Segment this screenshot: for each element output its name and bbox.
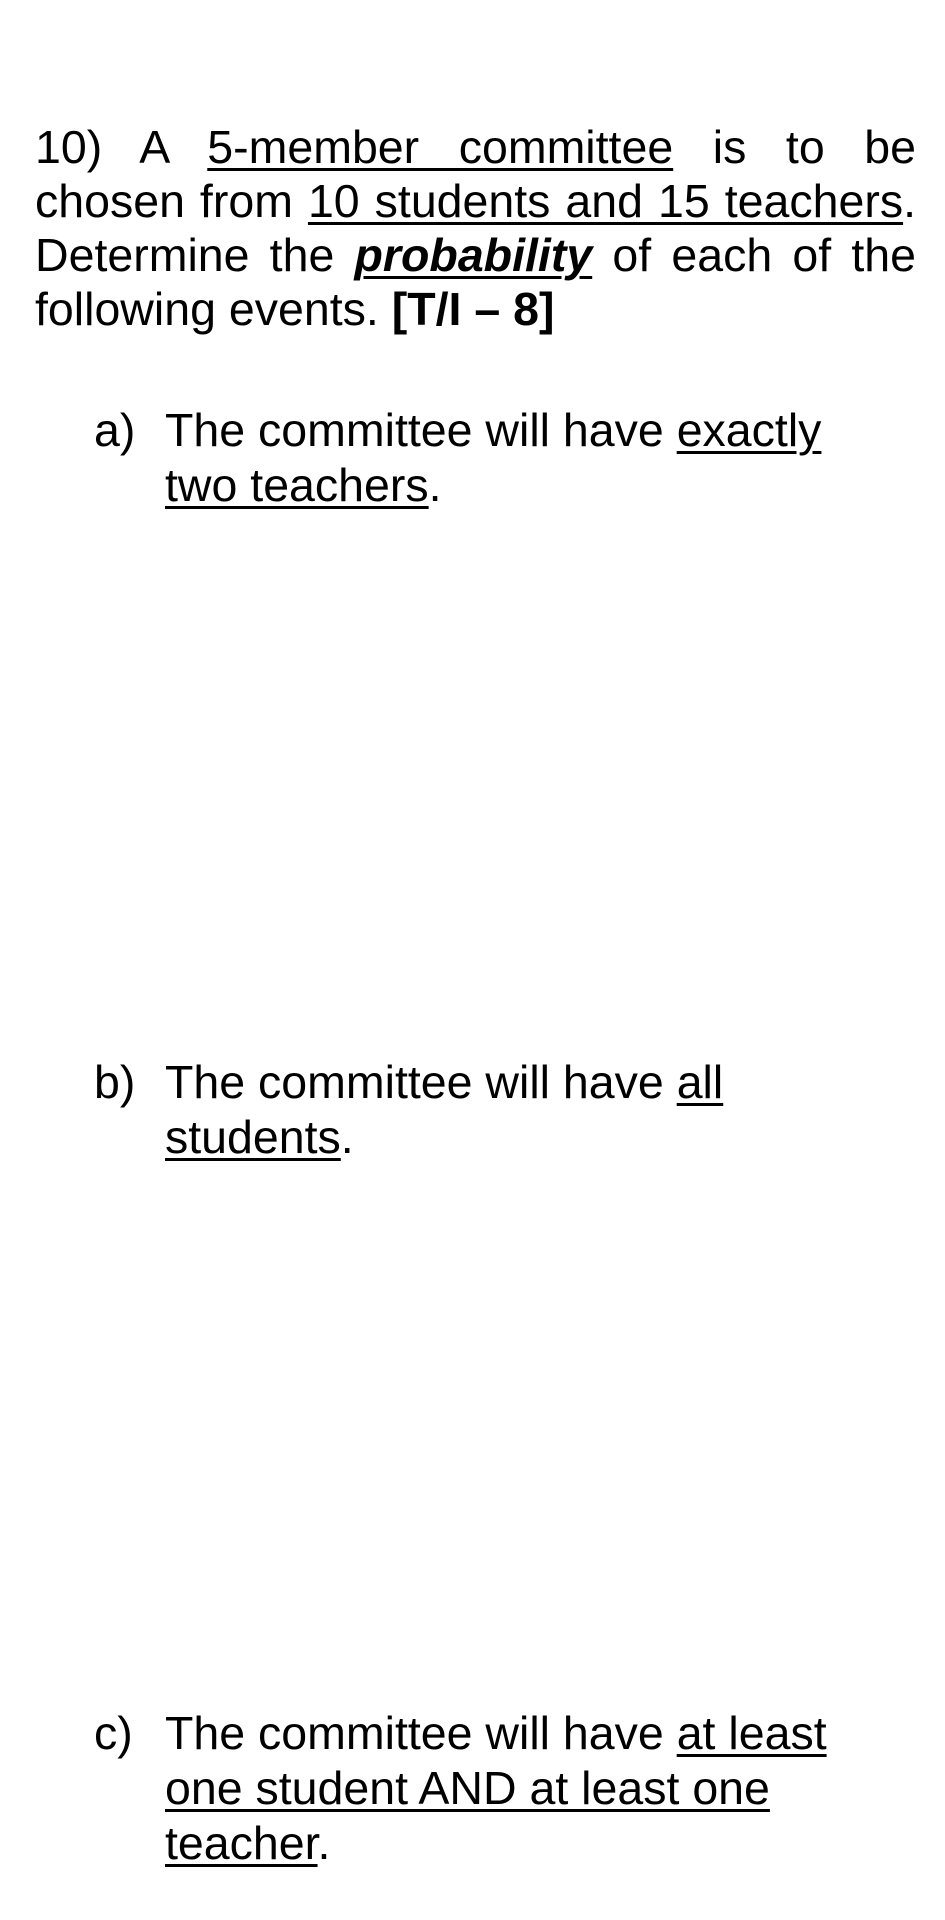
part-a: a) The committee will have exactly two t… <box>94 403 854 513</box>
part-b: b) The committee will have all students. <box>94 1055 854 1165</box>
marks-badge: [T/I – 8] <box>391 283 555 335</box>
part-marker: c) <box>94 1707 133 1759</box>
part-text: The committee will have at least one stu… <box>165 1706 854 1871</box>
part-text: The committee will have all students. <box>165 1055 854 1165</box>
question-stem: 10) A 5-member committee is to be chosen… <box>35 120 916 336</box>
committee-size-phrase: 5-member committee <box>207 121 674 173</box>
part-prefix: The committee will have <box>165 1056 664 1108</box>
part-c: c) The committee will have at least one … <box>94 1706 854 1871</box>
part-suffix: . <box>428 459 442 511</box>
part-prefix: The committee will have <box>165 1707 664 1759</box>
stem-text: A <box>139 121 168 173</box>
part-prefix: The committee will have <box>165 404 664 456</box>
part-suffix: . <box>340 1111 354 1163</box>
selection-pool-phrase: 10 students and 15 teachers <box>307 175 904 227</box>
part-suffix: . <box>317 1817 331 1869</box>
question-number: 10) <box>35 121 103 173</box>
part-text: The committee will have exactly two teac… <box>165 403 854 513</box>
probability-keyword: probability <box>354 229 593 281</box>
part-marker: a) <box>94 404 136 456</box>
part-marker: b) <box>94 1056 136 1108</box>
